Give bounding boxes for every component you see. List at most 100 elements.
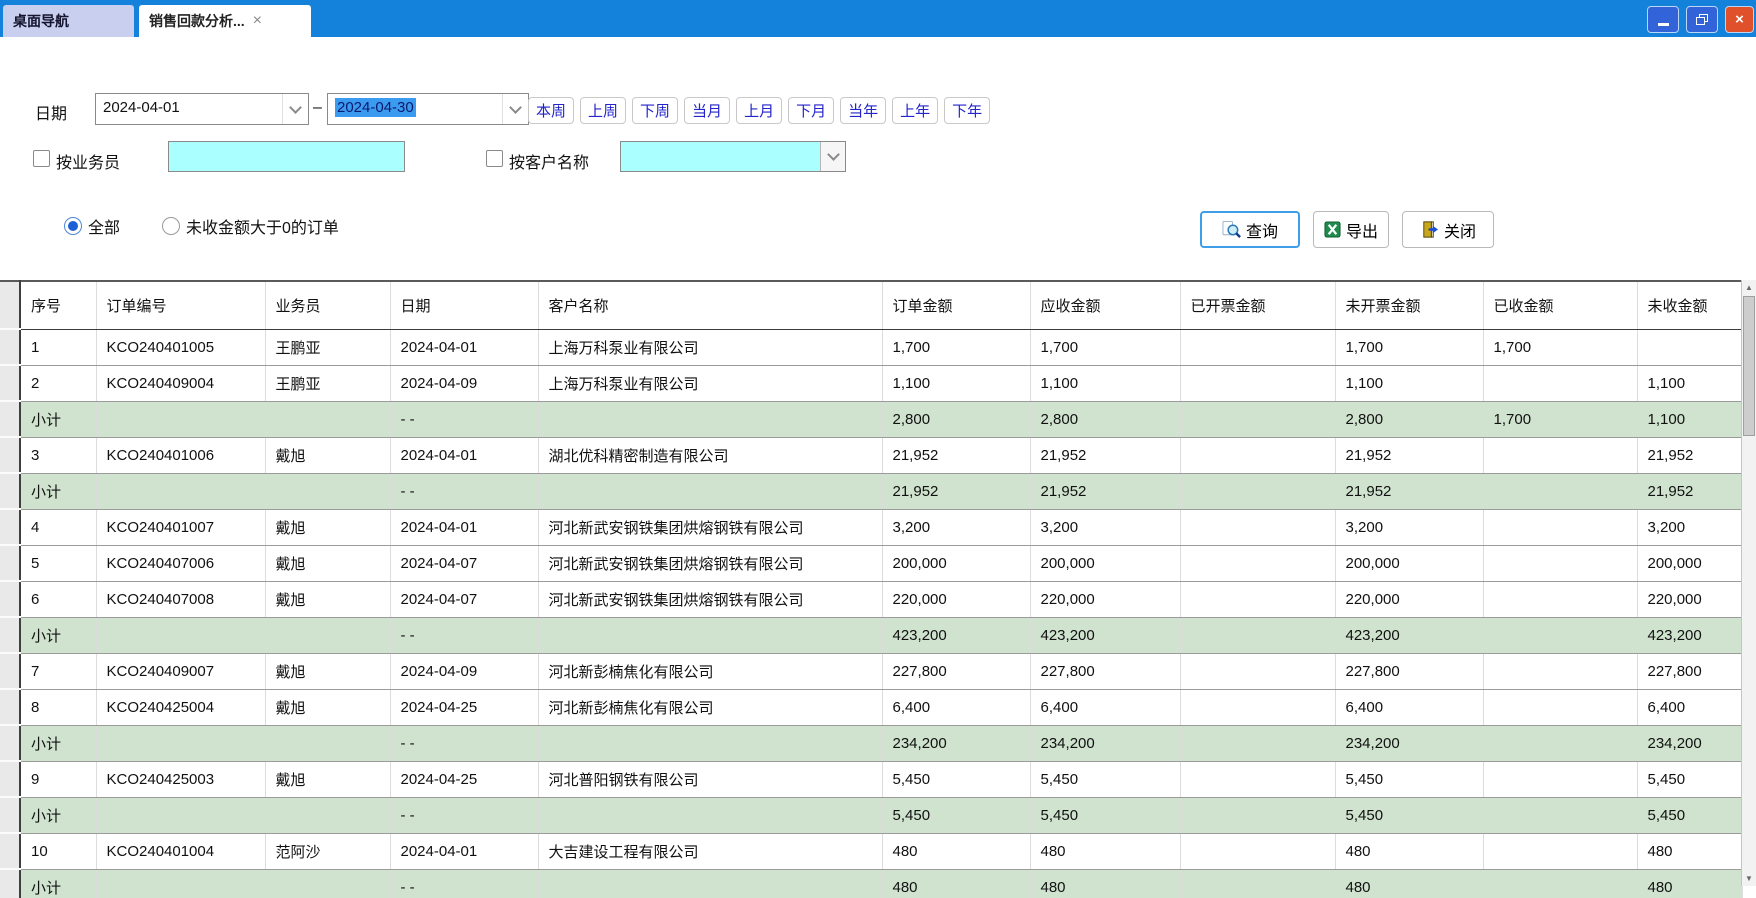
- scope-all-label: 全部: [88, 214, 120, 238]
- row-selector[interactable]: [0, 365, 20, 401]
- quick-date-button-0[interactable]: 本周: [528, 97, 574, 124]
- scroll-down-icon[interactable]: ▼: [1742, 871, 1756, 886]
- column-header-0[interactable]: 序号: [20, 281, 96, 329]
- row-selector[interactable]: [0, 329, 20, 365]
- quick-date-button-1[interactable]: 上周: [580, 97, 626, 124]
- export-button[interactable]: 导出: [1313, 211, 1389, 248]
- subtotal-row[interactable]: 小计- -423,200423,200423,200423,200: [0, 617, 1742, 653]
- close-window-button[interactable]: ×: [1725, 6, 1754, 33]
- subtotal-row[interactable]: 小计- -5,4505,4505,4505,450: [0, 797, 1742, 833]
- row-selector[interactable]: [0, 869, 20, 898]
- column-header-1[interactable]: 订单编号: [96, 281, 265, 329]
- quick-date-button-6[interactable]: 当年: [840, 97, 886, 124]
- cell: 王鹏亚: [265, 365, 390, 401]
- cell: 220,000: [1030, 581, 1180, 617]
- table-row[interactable]: 8KCO240425004戴旭2024-04-25河北新彭楠焦化有限公司6,40…: [0, 689, 1742, 725]
- cell: - -: [390, 869, 538, 898]
- column-header-6[interactable]: 应收金额: [1030, 281, 1180, 329]
- cell: 1,700: [1335, 329, 1483, 365]
- scrollbar-thumb[interactable]: [1743, 296, 1755, 436]
- column-header-4[interactable]: 客户名称: [538, 281, 882, 329]
- subtotal-row[interactable]: 小计- -2,8002,8002,8001,7001,100: [0, 401, 1742, 437]
- column-header-9[interactable]: 已收金额: [1483, 281, 1637, 329]
- window-controls: ×: [1647, 6, 1754, 33]
- row-selector[interactable]: [0, 401, 20, 437]
- column-header-8[interactable]: 未开票金额: [1335, 281, 1483, 329]
- date-to-combobox[interactable]: 2024-04-30: [327, 93, 529, 125]
- column-header-2[interactable]: 业务员: [265, 281, 390, 329]
- cell: [1180, 365, 1335, 401]
- quick-date-button-5[interactable]: 下月: [788, 97, 834, 124]
- cell: 2024-04-01: [390, 437, 538, 473]
- table-row[interactable]: 6KCO240407008戴旭2024-04-07河北新武安钢铁集团烘熔钢铁有限…: [0, 581, 1742, 617]
- column-header-10[interactable]: 未收金额: [1637, 281, 1742, 329]
- row-selector[interactable]: [0, 653, 20, 689]
- quick-date-button-8[interactable]: 下年: [944, 97, 990, 124]
- row-selector[interactable]: [0, 617, 20, 653]
- row-selector[interactable]: [0, 437, 20, 473]
- cell: 10: [20, 833, 96, 869]
- cell: [1483, 725, 1637, 761]
- cell: 220,000: [1637, 581, 1742, 617]
- chevron-down-icon[interactable]: [282, 94, 308, 124]
- chevron-down-icon[interactable]: [502, 94, 528, 124]
- close-page-button[interactable]: 关闭: [1402, 211, 1494, 248]
- table-row[interactable]: 5KCO240407006戴旭2024-04-07河北新武安钢铁集团烘熔钢铁有限…: [0, 545, 1742, 581]
- row-selector[interactable]: [0, 545, 20, 581]
- tab-desktop-nav[interactable]: 桌面导航: [3, 5, 134, 37]
- row-selector-header[interactable]: [0, 281, 20, 329]
- by-salesperson-checkbox[interactable]: [33, 150, 50, 167]
- customer-combobox[interactable]: [620, 141, 846, 172]
- app-window: 桌面导航 销售回款分析... × × 日期 2024-04-01 – 2024-…: [0, 0, 1756, 898]
- query-button[interactable]: 查询: [1200, 211, 1300, 248]
- salesperson-input[interactable]: [168, 141, 405, 172]
- row-selector[interactable]: [0, 725, 20, 761]
- cell: [96, 725, 265, 761]
- tab-close-icon[interactable]: ×: [253, 13, 262, 29]
- table-row[interactable]: 7KCO240409007戴旭2024-04-09河北新彭楠焦化有限公司227,…: [0, 653, 1742, 689]
- table-row[interactable]: 4KCO240401007戴旭2024-04-01河北新武安钢铁集团烘熔钢铁有限…: [0, 509, 1742, 545]
- table-row[interactable]: 1KCO240401005王鹏亚2024-04-01上海万科泵业有限公司1,70…: [0, 329, 1742, 365]
- cell: 1,100: [1030, 365, 1180, 401]
- row-selector[interactable]: [0, 689, 20, 725]
- tab-sales-payment-analysis[interactable]: 销售回款分析... ×: [139, 5, 311, 37]
- by-customer-checkbox[interactable]: [486, 150, 503, 167]
- row-selector[interactable]: [0, 761, 20, 797]
- quick-date-button-7[interactable]: 上年: [892, 97, 938, 124]
- tab-desktop-nav-label: 桌面导航: [13, 13, 69, 29]
- row-selector[interactable]: [0, 509, 20, 545]
- column-header-5[interactable]: 订单金额: [882, 281, 1030, 329]
- quick-date-button-4[interactable]: 上月: [736, 97, 782, 124]
- column-header-3[interactable]: 日期: [390, 281, 538, 329]
- quick-date-button-3[interactable]: 当月: [684, 97, 730, 124]
- cell: [1483, 473, 1637, 509]
- subtotal-row[interactable]: 小计- -480480480480: [0, 869, 1742, 898]
- row-selector[interactable]: [0, 797, 20, 833]
- table-row[interactable]: 3KCO240401006戴旭2024-04-01湖北优科精密制造有限公司21,…: [0, 437, 1742, 473]
- cell: 8: [20, 689, 96, 725]
- cell: [1483, 365, 1637, 401]
- row-selector[interactable]: [0, 473, 20, 509]
- cell: 5,450: [1637, 761, 1742, 797]
- cell: 3,200: [1335, 509, 1483, 545]
- subtotal-row[interactable]: 小计- -21,95221,95221,95221,952: [0, 473, 1742, 509]
- table-row[interactable]: 9KCO240425003戴旭2024-04-25河北普阳钢铁有限公司5,450…: [0, 761, 1742, 797]
- subtotal-row[interactable]: 小计- -234,200234,200234,200234,200: [0, 725, 1742, 761]
- row-selector[interactable]: [0, 581, 20, 617]
- table-row[interactable]: 2KCO240409004王鹏亚2024-04-09上海万科泵业有限公司1,10…: [0, 365, 1742, 401]
- exit-door-icon: [1420, 220, 1439, 239]
- cell: 河北普阳钢铁有限公司: [538, 761, 882, 797]
- cell: 1,700: [882, 329, 1030, 365]
- row-selector[interactable]: [0, 833, 20, 869]
- vertical-scrollbar[interactable]: ▲ ▼: [1741, 280, 1756, 886]
- chevron-down-icon[interactable]: [820, 142, 845, 171]
- scope-radio-unpaid[interactable]: 未收金额大于0的订单: [162, 214, 339, 238]
- minimize-button[interactable]: [1647, 6, 1679, 33]
- scroll-up-icon[interactable]: ▲: [1742, 280, 1756, 295]
- quick-date-button-2[interactable]: 下周: [632, 97, 678, 124]
- table-row[interactable]: 10KCO240401004范阿沙2024-04-01大吉建设工程有限公司480…: [0, 833, 1742, 869]
- column-header-7[interactable]: 已开票金额: [1180, 281, 1335, 329]
- restore-button[interactable]: [1686, 6, 1718, 33]
- scope-radio-all[interactable]: 全部: [64, 214, 120, 238]
- date-from-combobox[interactable]: 2024-04-01: [95, 93, 309, 125]
